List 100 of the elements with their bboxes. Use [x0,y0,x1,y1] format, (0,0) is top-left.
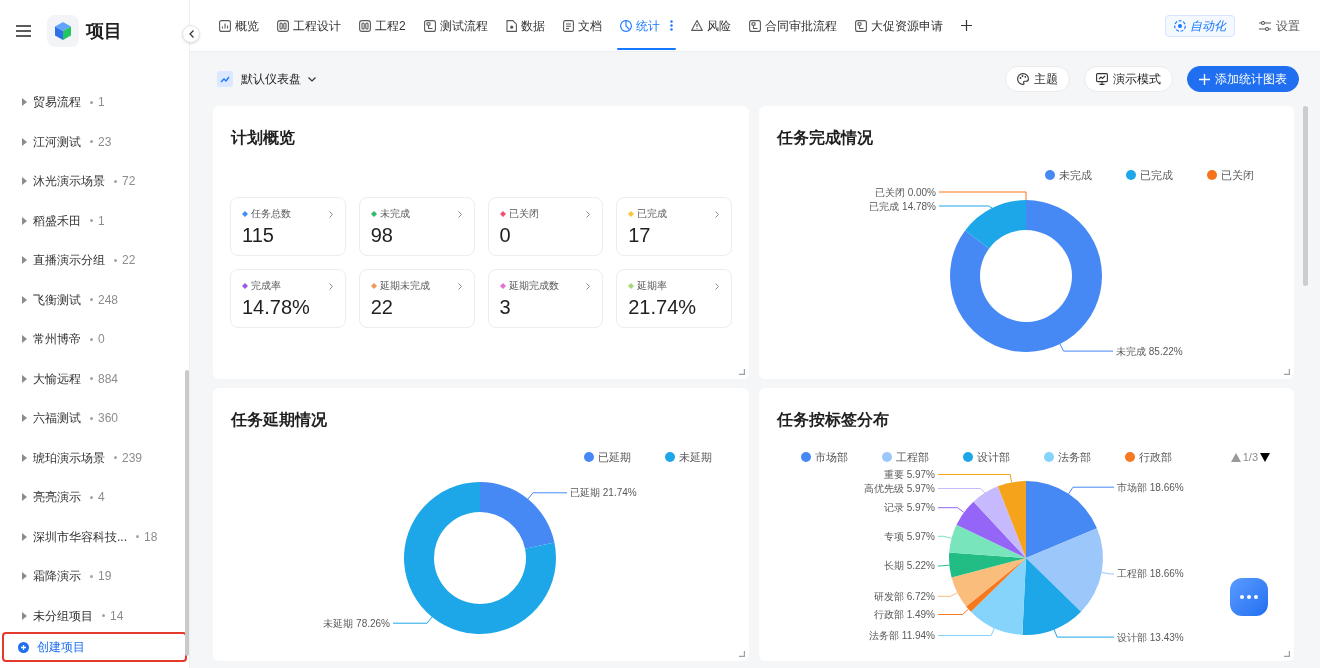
stat-value: 115 [242,224,274,246]
stat-card[interactable]: 已关闭 0 [487,197,604,256]
project-item[interactable]: 霜降演示 19 [22,562,179,590]
stat-card[interactable]: 延期完成数 3 [487,269,604,328]
theme-button[interactable]: 主题 [1005,66,1070,92]
legend-label[interactable]: 已关闭 [1221,166,1254,184]
stat-card[interactable]: 未完成 98 [358,197,475,256]
caret-right-icon[interactable] [22,453,27,462]
tab[interactable]: 数据 [502,0,548,51]
project-name: 琥珀演示场景 [33,449,105,467]
collapse-button[interactable] [182,25,200,43]
caret-right-icon[interactable] [22,295,27,304]
project-item[interactable]: 常州博帝 0 [22,325,179,353]
stat-card[interactable]: 任务总数 115 [230,197,346,256]
create-project-button[interactable]: 创建项目 [2,632,187,662]
page-indicator: 1/3 [1242,449,1258,465]
resize-handle-icon[interactable] [1284,651,1290,657]
caret-right-icon[interactable] [22,216,27,225]
leader-line [937,507,965,513]
project-item[interactable]: 六福测试 360 [22,404,179,432]
legend-label[interactable]: 未延期 [679,448,712,466]
project-item[interactable]: 贸易流程 1 [22,88,179,116]
tab[interactable]: 工程设计 [274,0,344,51]
automation-button[interactable]: 自动化 [1165,14,1235,37]
stat-value: 0 [499,224,511,246]
warning-icon [690,20,703,31]
caret-right-icon[interactable] [22,493,27,501]
data-label: 已完成 14.78% [869,200,936,212]
document-lines-icon [562,19,574,32]
resize-handle-icon[interactable] [1284,369,1290,375]
caret-right-icon[interactable] [22,177,27,185]
project-item[interactable]: 大愉远程 884 [22,364,179,393]
scrollbar-thumb[interactable] [1303,106,1308,286]
caret-right-icon[interactable] [22,335,27,343]
resize-handle-icon[interactable] [739,369,745,375]
project-item[interactable]: 稻盛禾田 1 [22,206,179,235]
panel-title: 任务按标签分布 [777,411,889,428]
caret-right-icon[interactable] [22,137,27,146]
project-item[interactable]: 琥珀演示场景 239 [22,443,179,472]
tab[interactable]: 概览 [216,0,262,51]
triangle-down-icon[interactable] [1260,452,1270,462]
data-label: 未延期 78.26% [323,617,390,629]
palette-icon [1017,73,1029,85]
data-label: 未完成 85.22% [1116,345,1183,357]
caret-right-icon[interactable] [22,572,27,580]
tab[interactable]: 大促资源申请 [851,0,946,51]
stat-card[interactable]: 已完成 17 [616,197,732,256]
legend-label[interactable]: 行政部 [1139,448,1172,466]
settings-button[interactable]: 设置 [1259,16,1300,35]
caret-right-icon[interactable] [22,374,27,383]
legend-label[interactable]: 法务部 [1058,448,1091,466]
tab[interactable]: 合同审批流程 [745,0,840,51]
caret-right-icon[interactable] [22,532,27,541]
tab[interactable]: 测试流程 [420,0,491,51]
leader-line [1053,629,1115,638]
leader-line [1101,571,1115,575]
add-chart-button[interactable]: 添加统计图表 [1187,66,1299,92]
chevron-right-icon [328,210,333,218]
caret-right-icon[interactable] [22,414,27,422]
data-label: 记录 5.97% [883,502,935,514]
stat-label: 延期完成数 [508,280,559,292]
tab[interactable]: 风险 [687,0,734,51]
stat-label: 任务总数 [251,208,291,220]
menu-icon[interactable] [16,25,31,37]
stat-card[interactable]: 延期率 21.74% [616,269,732,328]
leader-line [937,564,950,567]
legend-label[interactable]: 工程部 [896,448,929,466]
chevron-right-icon [328,282,333,290]
legend-label[interactable]: 已延期 [598,448,631,466]
presentation-mode-button[interactable]: 演示模式 [1084,66,1173,92]
project-item[interactable]: 亮亮演示 4 [22,483,179,511]
scrollbar-thumb[interactable] [185,370,189,656]
legend-label[interactable]: 已完成 [1140,166,1173,184]
tab[interactable]: 统计 [616,0,676,51]
plus-icon[interactable] [960,20,972,31]
legend-label[interactable]: 未完成 [1059,166,1092,184]
dashboard-dropdown[interactable]: 默认仪表盘 [217,70,316,88]
tab[interactable]: 文档 [559,0,605,51]
project-item[interactable]: 江河测试 23 [22,127,179,156]
project-item[interactable]: 深圳市华容科技... 18 [22,522,179,551]
stat-label: 延期未完成 [379,280,430,292]
project-name: 六福测试 [33,410,81,427]
project-item[interactable]: 直播演示分组 22 [22,246,179,274]
stat-card[interactable]: 延期未完成 22 [358,269,475,328]
project-item[interactable]: 沐光演示场景 72 [22,167,179,195]
more-button[interactable] [1230,578,1268,616]
bar-chart-icon [219,19,231,32]
legend-label[interactable]: 设计部 [977,448,1010,466]
resize-handle-icon[interactable] [739,651,745,657]
stat-card[interactable]: 完成率 14.78% [230,269,346,328]
project-item[interactable]: 飞衡测试 248 [22,285,179,314]
caret-right-icon[interactable] [22,256,27,264]
caret-right-icon[interactable] [22,98,27,106]
more-vertical-icon[interactable] [669,20,673,31]
caret-right-icon[interactable] [22,611,27,620]
stat-value: 21.74% [628,296,697,318]
project-item[interactable]: 未分组项目 14 [22,601,179,630]
file-icon [505,19,517,32]
legend-label[interactable]: 市场部 [815,448,848,466]
tab[interactable]: 工程2 [356,0,409,51]
